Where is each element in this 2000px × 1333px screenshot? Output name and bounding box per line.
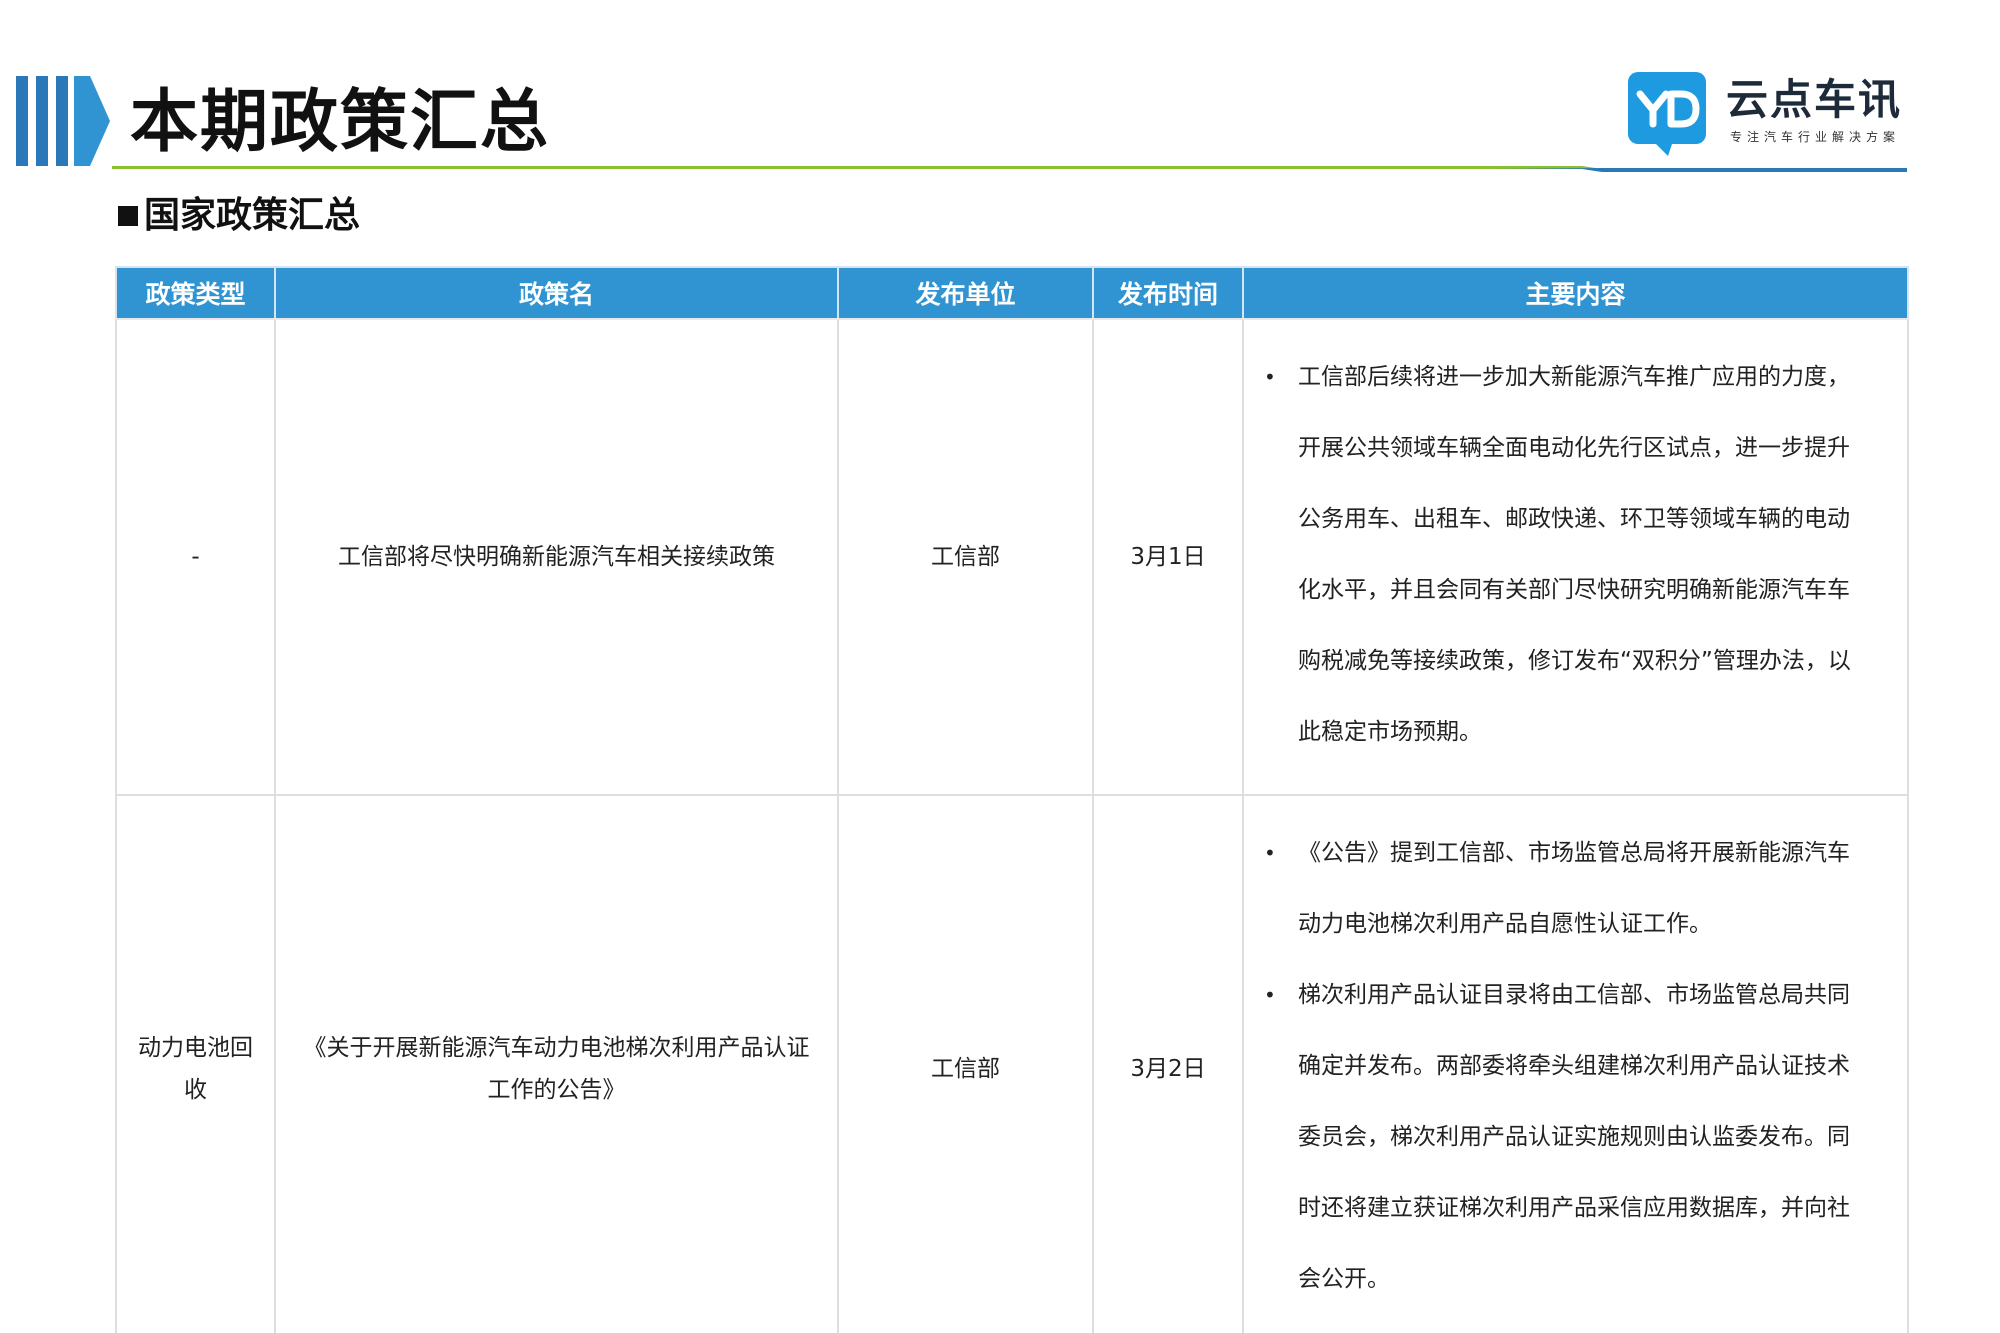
table-row: 动力电池回收 《关于开展新能源汽车动力电池梯次利用产品认证工作的公告》 工信部 … — [115, 794, 1909, 1333]
content-list-item: • 工信部后续将进一步加大新能源汽车推广应用的力度，开展公共领域车辆全面电动化先… — [1262, 342, 1871, 768]
content-list: • 工信部后续将进一步加大新能源汽车推广应用的力度，开展公共领域车辆全面电动化先… — [1262, 342, 1871, 768]
page-title: 本期政策汇总 — [130, 83, 551, 162]
policy-name-cell: 《关于开展新能源汽车动力电池梯次利用产品认证工作的公告》 — [274, 794, 839, 1333]
table-header-row: 政策类型 政策名 发布单位 发布时间 主要内容 — [115, 266, 1909, 320]
date-cell: 3月1日 — [1092, 318, 1244, 796]
slide: 本期政策汇总 云点车讯 专注汽车行业解决方案 国家政策汇总 政策类型 政策名 发… — [0, 0, 2000, 1333]
content-list-item: • 《公告》提到工信部、市场监管总局将开展新能源汽车动力电池梯次利用产品自愿性认… — [1262, 818, 1871, 960]
header-issuer: 发布单位 — [837, 266, 1094, 320]
content-text: 工信部后续将进一步加大新能源汽车推广应用的力度，开展公共领域车辆全面电动化先行区… — [1298, 364, 1851, 745]
header-policy-type: 政策类型 — [115, 266, 276, 320]
logo-tagline: 专注汽车行业解决方案 — [1730, 130, 1901, 144]
policy-type-cell: 动力电池回收 — [115, 794, 276, 1333]
content-list-item: • 梯次利用产品认证目录将由工信部、市场监管总局共同确定并发布。两部委将牵头组建… — [1262, 960, 1871, 1315]
yd-logo-icon — [1628, 72, 1706, 156]
issuer-cell: 工信部 — [837, 794, 1094, 1333]
content-cell: • 《公告》提到工信部、市场监管总局将开展新能源汽车动力电池梯次利用产品自愿性认… — [1242, 794, 1909, 1333]
content-text: 梯次利用产品认证目录将由工信部、市场监管总局共同确定并发布。两部委将牵头组建梯次… — [1298, 982, 1850, 1292]
header-divider — [112, 166, 1907, 172]
content-cell: • 工信部后续将进一步加大新能源汽车推广应用的力度，开展公共领域车辆全面电动化先… — [1242, 318, 1909, 796]
bullet-icon: • — [1264, 841, 1276, 865]
square-bullet-icon — [118, 206, 138, 226]
header-policy-name: 政策名 — [274, 266, 839, 320]
section-heading: 国家政策汇总 — [118, 192, 360, 240]
table-row: - 工信部将尽快明确新能源汽车相关接续政策 工信部 3月1日 • 工信部后续将进… — [115, 318, 1909, 796]
header-content: 主要内容 — [1242, 266, 1909, 320]
policy-table: 政策类型 政策名 发布单位 发布时间 主要内容 - 工信部将尽快明确新能源汽车相… — [115, 266, 1909, 1333]
issuer-cell: 工信部 — [837, 318, 1094, 796]
logo-name: 云点车讯 — [1726, 75, 1903, 124]
policy-name-cell: 工信部将尽快明确新能源汽车相关接续政策 — [274, 318, 839, 796]
section-title: 国家政策汇总 — [144, 195, 361, 236]
header-date: 发布时间 — [1092, 266, 1244, 320]
brand-logo: 云点车讯 专注汽车行业解决方案 — [1626, 70, 1916, 156]
bullet-icon: • — [1264, 365, 1276, 389]
title-marker-icon — [16, 76, 110, 166]
content-text: 《公告》提到工信部、市场监管总局将开展新能源汽车动力电池梯次利用产品自愿性认证工… — [1298, 840, 1850, 937]
date-cell: 3月2日 — [1092, 794, 1244, 1333]
policy-type-cell: - — [115, 318, 276, 796]
content-list: • 《公告》提到工信部、市场监管总局将开展新能源汽车动力电池梯次利用产品自愿性认… — [1262, 818, 1871, 1315]
bullet-icon: • — [1264, 983, 1276, 1007]
